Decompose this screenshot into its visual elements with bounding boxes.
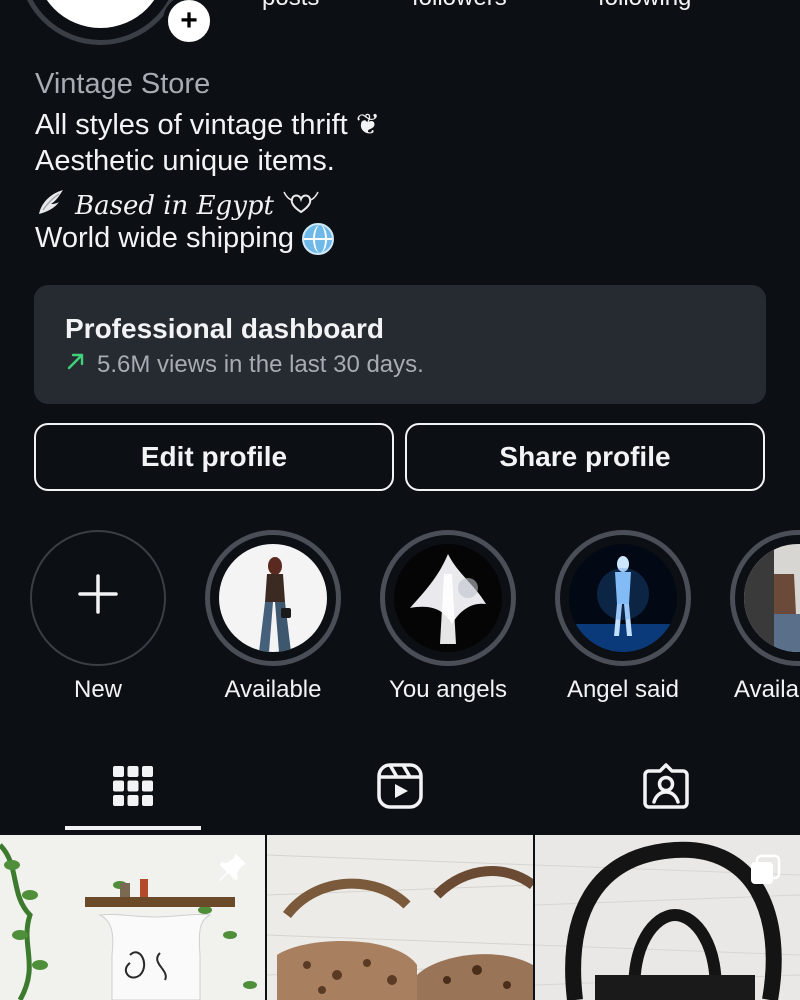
post-tile[interactable] bbox=[535, 835, 800, 1000]
highlight-thumbnail bbox=[394, 544, 502, 652]
globe-icon bbox=[302, 222, 334, 255]
post-tile[interactable] bbox=[267, 835, 533, 1000]
tab-tagged[interactable] bbox=[636, 760, 696, 816]
dashboard-subtitle-row: 5.6M views in the last 30 days. bbox=[65, 350, 424, 379]
active-tab-indicator bbox=[65, 826, 201, 830]
tab-grid[interactable] bbox=[103, 760, 163, 816]
edit-profile-button[interactable]: Edit profile bbox=[34, 423, 394, 491]
share-profile-button[interactable]: Share profile bbox=[405, 423, 765, 491]
bio-line-4-row: World wide shipping bbox=[35, 222, 334, 255]
grid-icon bbox=[111, 764, 155, 813]
highlight-label: New bbox=[73, 676, 122, 703]
highlight-thumbnail bbox=[569, 544, 677, 652]
highlight-thumbnail bbox=[744, 544, 800, 652]
bio-location: Based in Egypt bbox=[75, 191, 274, 221]
dashboard-subtitle: 5.6M views in the last 30 days. bbox=[97, 350, 424, 378]
highlight-label: Availa bbox=[734, 676, 799, 703]
trend-up-icon bbox=[65, 350, 87, 379]
dashboard-title: Professional dashboard bbox=[65, 313, 384, 344]
angel-heart-icon bbox=[282, 186, 320, 226]
highlight-label: Angel said bbox=[566, 676, 680, 703]
avatar-image bbox=[35, 0, 166, 28]
highlight-available-2[interactable]: Availa bbox=[730, 530, 800, 704]
post-tile[interactable] bbox=[0, 835, 265, 1000]
plus-icon bbox=[74, 570, 122, 627]
highlight-ring[interactable] bbox=[380, 530, 516, 666]
posts-label[interactable]: posts bbox=[262, 0, 319, 12]
highlight-new[interactable]: New bbox=[30, 530, 166, 704]
highlight-ring[interactable] bbox=[555, 530, 691, 666]
reels-icon bbox=[375, 761, 425, 816]
highlight-available[interactable]: Available bbox=[205, 530, 341, 704]
highlight-label: You angels bbox=[389, 676, 507, 703]
followers-label[interactable]: followers bbox=[412, 0, 507, 12]
add-story-icon[interactable]: + bbox=[163, 0, 215, 47]
new-highlight-ring[interactable] bbox=[30, 530, 166, 666]
tagged-icon bbox=[641, 761, 691, 816]
profile-name: Vintage Store bbox=[35, 68, 211, 100]
following-label[interactable]: following bbox=[598, 0, 691, 12]
multiple-images-icon bbox=[748, 853, 782, 892]
bio-line-3-row: Based in Egypt bbox=[35, 186, 320, 226]
professional-dashboard-card[interactable]: Professional dashboard 5.6M views in the… bbox=[34, 285, 766, 404]
post-thumbnail bbox=[267, 835, 533, 1000]
pin-icon bbox=[215, 851, 249, 890]
highlight-ring[interactable] bbox=[730, 530, 800, 666]
bio-shipping: World wide shipping bbox=[35, 222, 294, 254]
profile-avatar[interactable] bbox=[18, 0, 183, 45]
highlight-ring[interactable] bbox=[205, 530, 341, 666]
wing-icon bbox=[35, 186, 67, 226]
highlight-you-angels[interactable]: You angels bbox=[380, 530, 516, 704]
bio-line-2: Aesthetic unique items. bbox=[35, 145, 335, 177]
bio-line-1: All styles of vintage thrift ❦ bbox=[35, 109, 381, 141]
highlight-label: Available bbox=[224, 676, 322, 703]
highlight-thumbnail bbox=[219, 544, 327, 652]
highlight-angel-said[interactable]: Angel said bbox=[555, 530, 691, 704]
tab-reels[interactable] bbox=[370, 760, 430, 816]
